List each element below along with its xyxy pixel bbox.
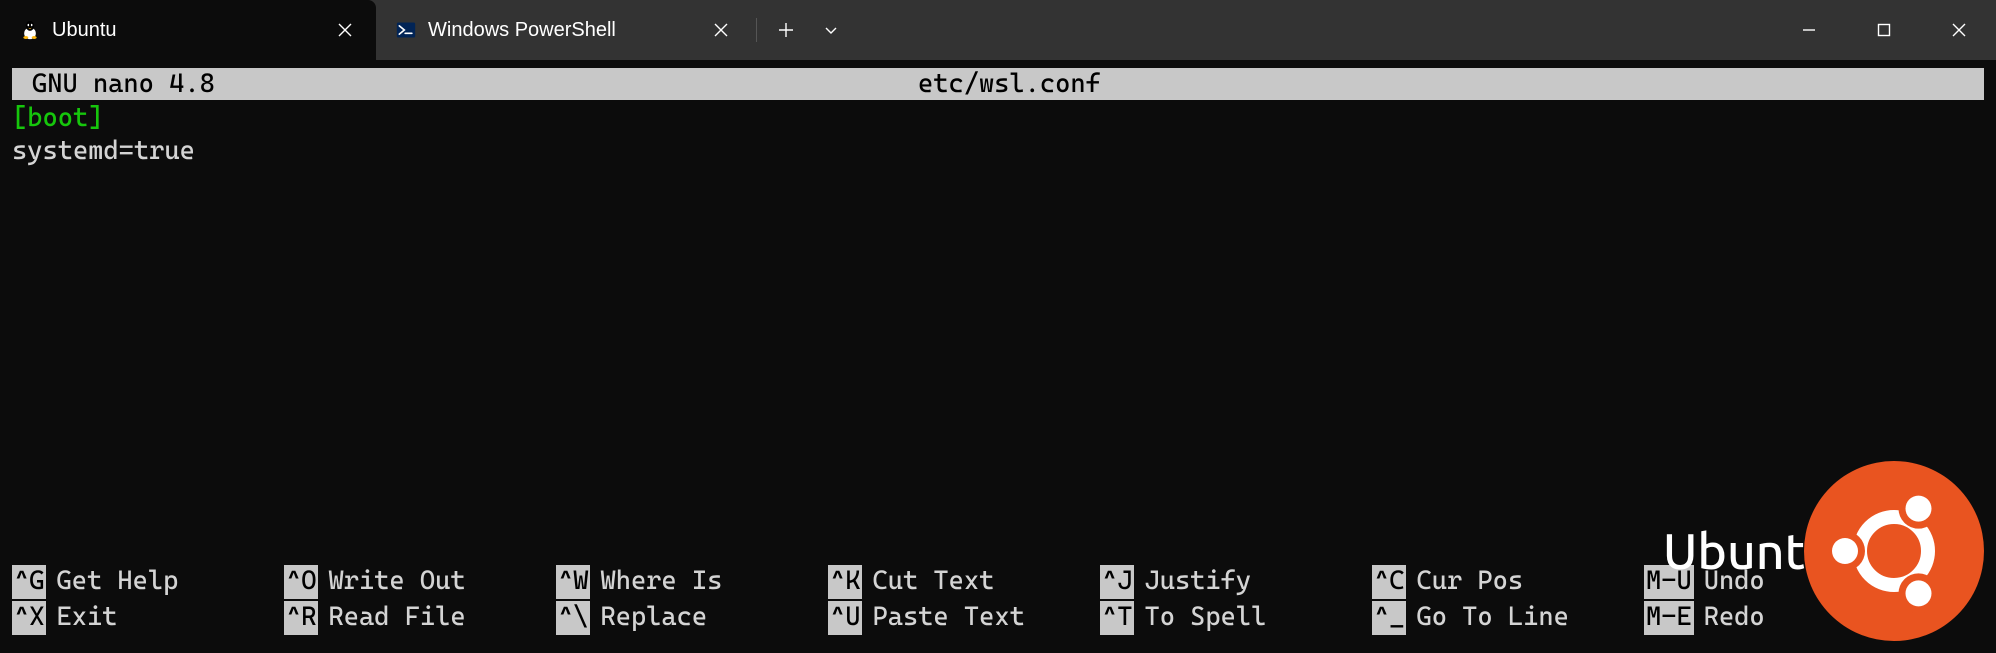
tab-divider xyxy=(756,18,757,42)
tab-powershell[interactable]: Windows PowerShell xyxy=(376,0,752,60)
powershell-icon xyxy=(396,20,416,40)
shortcut-key: ^K xyxy=(828,565,862,599)
close-icon[interactable] xyxy=(706,18,736,42)
shortcut-key: ^_ xyxy=(1372,601,1406,635)
nano-titlebar: GNU nano 4.8 etc/wsl.conf xyxy=(12,68,1984,100)
close-window-button[interactable] xyxy=(1921,0,1996,60)
shortcut-desc: Replace xyxy=(600,601,707,635)
maximize-button[interactable] xyxy=(1846,0,1921,60)
shortcut-key: ^R xyxy=(284,601,318,635)
editor-line-2: systemd=true xyxy=(12,135,1984,168)
shortcut-desc: Read File xyxy=(328,601,465,635)
shortcut-key: ^T xyxy=(1100,601,1134,635)
shortcut-key: ^X xyxy=(12,601,46,635)
shortcut-desc: Cur Pos xyxy=(1416,565,1523,599)
ubuntu-watermark: Ubuntu xyxy=(1663,461,1984,641)
shortcut-key: ^C xyxy=(1372,565,1406,599)
terminal-area[interactable]: GNU nano 4.8 etc/wsl.conf [boot] systemd… xyxy=(0,60,1996,167)
tux-icon xyxy=(20,20,40,40)
editor-content[interactable]: [boot] systemd=true xyxy=(0,100,1996,167)
shortcut-key: ^U xyxy=(828,601,862,635)
shortcut-desc: Exit xyxy=(56,601,117,635)
shortcut-desc: Get Help xyxy=(56,565,178,599)
tab-ubuntu[interactable]: Ubuntu xyxy=(0,0,376,60)
window-controls xyxy=(1771,0,1996,60)
tab-label: Windows PowerShell xyxy=(428,19,694,42)
shortcut-key: ^G xyxy=(12,565,46,599)
close-icon[interactable] xyxy=(330,18,360,42)
shortcut-desc: Cut Text xyxy=(872,565,994,599)
titlebar: Ubuntu Windows PowerShell xyxy=(0,0,1996,60)
editor-line-1: [boot] xyxy=(12,102,1984,135)
shortcut-desc: To Spell xyxy=(1144,601,1266,635)
minimize-button[interactable] xyxy=(1771,0,1846,60)
new-tab-button[interactable] xyxy=(761,0,811,60)
shortcut-desc: Justify xyxy=(1144,565,1251,599)
shortcut-desc: Write Out xyxy=(328,565,465,599)
shortcut-key: ^O xyxy=(284,565,318,599)
shortcut-desc: Where Is xyxy=(600,565,722,599)
shortcut-key: ^J xyxy=(1100,565,1134,599)
nano-app-name: GNU nano 4.8 xyxy=(32,68,215,101)
shortcut-desc: Go To Line xyxy=(1416,601,1568,635)
shortcut-key: ^W xyxy=(556,565,590,599)
tab-label: Ubuntu xyxy=(52,19,318,42)
shortcut-desc: Paste Text xyxy=(872,601,1024,635)
shortcut-key: ^\ xyxy=(556,601,590,635)
nano-filename: etc/wsl.conf xyxy=(215,68,1804,101)
tab-dropdown-button[interactable] xyxy=(811,0,851,60)
ubuntu-logo-icon xyxy=(1804,461,1984,641)
